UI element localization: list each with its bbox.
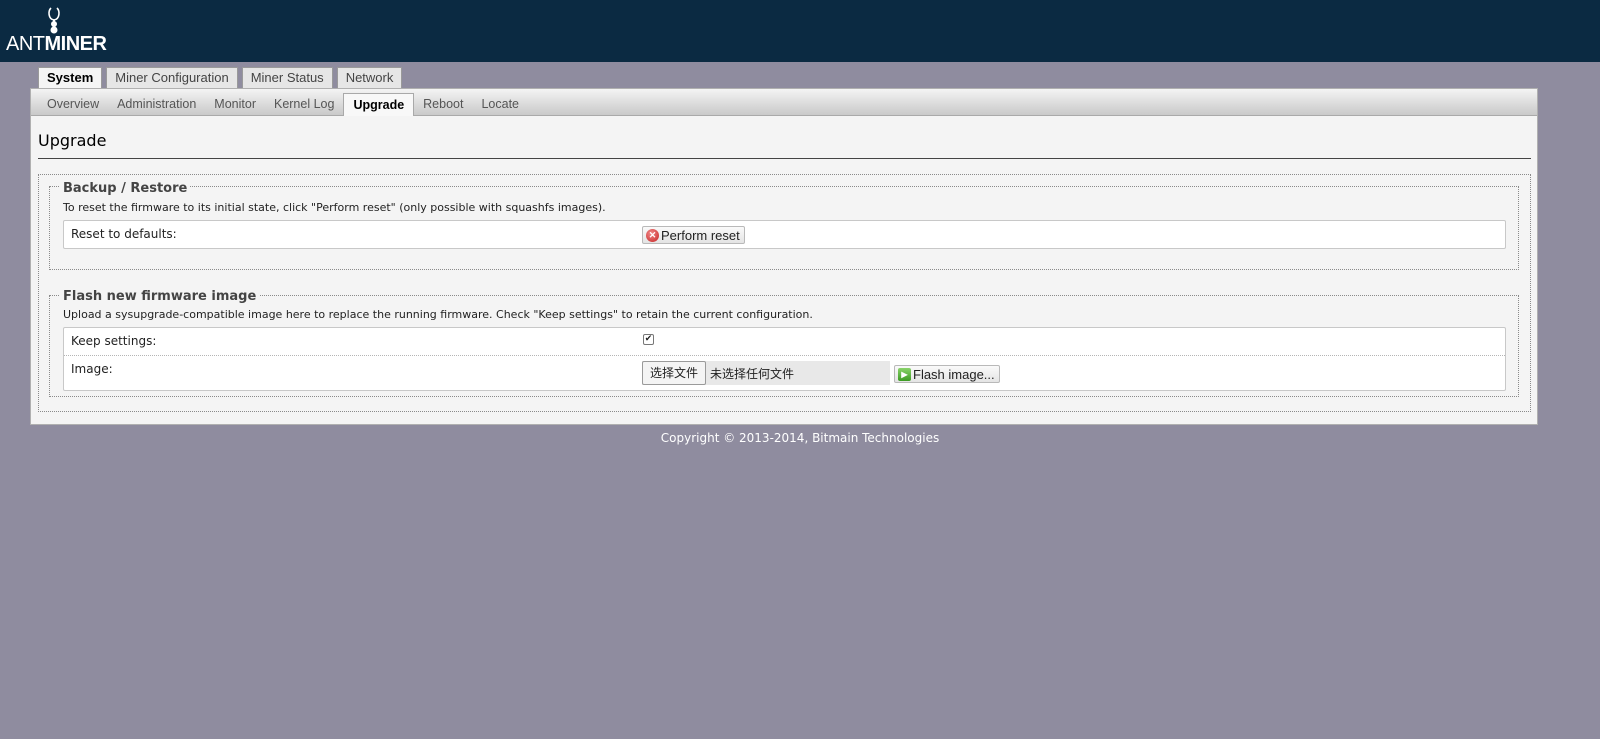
subtab-reboot[interactable]: Reboot (414, 93, 472, 115)
flash-firmware-section: Flash new firmware image Upload a sysupg… (49, 289, 1519, 397)
subtab-locate[interactable]: Locate (472, 93, 528, 115)
logo-text: ANTMINER (6, 33, 107, 56)
perform-reset-label: Perform reset (661, 227, 740, 243)
flash-firmware-description: Upload a sysupgrade-compatible image her… (63, 308, 813, 321)
page-title: Upgrade (38, 131, 107, 150)
flash-icon: ▶ (898, 367, 911, 381)
content-panel: Overview Administration Monitor Kernel L… (30, 88, 1538, 425)
keep-settings-checkbox[interactable]: ✔ (643, 334, 654, 345)
logo-text-light: ANT (6, 33, 45, 55)
backup-restore-legend: Backup / Restore (60, 181, 191, 196)
title-divider (38, 158, 1531, 159)
image-file-input[interactable]: 选择文件 未选择任何文件 (642, 361, 890, 385)
reset-icon: ✕ (646, 228, 659, 242)
flash-image-label: Flash image... (913, 366, 995, 382)
perform-reset-button[interactable]: ✕ Perform reset (642, 226, 745, 244)
main-tabs: System Miner Configuration Miner Status … (38, 67, 403, 90)
top-header: ANTMINER (0, 0, 1600, 62)
tab-network[interactable]: Network (336, 67, 403, 89)
flash-options-box: Keep settings: ✔ Image: 选择文件 未选择任何文件 ▶ F… (63, 327, 1506, 391)
keep-settings-label: Keep settings: (71, 334, 157, 348)
subtab-administration[interactable]: Administration (108, 93, 205, 115)
subtab-monitor[interactable]: Monitor (205, 93, 265, 115)
upgrade-map-box: Backup / Restore To reset the firmware t… (38, 174, 1531, 412)
flash-firmware-legend: Flash new firmware image (60, 289, 260, 304)
footer-copyright: Copyright © 2013-2014, Bitmain Technolog… (660, 431, 940, 445)
tab-miner-status[interactable]: Miner Status (241, 67, 333, 89)
tab-miner-configuration[interactable]: Miner Configuration (106, 67, 238, 89)
image-label: Image: (71, 362, 113, 376)
backup-restore-section: Backup / Restore To reset the firmware t… (49, 181, 1519, 270)
logo-text-bold: MINER (44, 33, 107, 55)
choose-file-button[interactable]: 选择文件 (642, 361, 707, 385)
subtab-kernel-log[interactable]: Kernel Log (265, 93, 343, 115)
ant-icon (48, 7, 60, 34)
subtab-bar: Overview Administration Monitor Kernel L… (31, 89, 1537, 116)
tab-system[interactable]: System (38, 67, 103, 90)
reset-row: Reset to defaults: ✕ Perform reset (63, 220, 1506, 249)
antminer-logo[interactable]: ANTMINER (6, 6, 107, 55)
file-status-text: 未选择任何文件 (710, 366, 795, 381)
flash-image-button[interactable]: ▶ Flash image... (894, 365, 1000, 383)
subtab-upgrade[interactable]: Upgrade (343, 93, 415, 116)
subtab-overview[interactable]: Overview (38, 93, 108, 115)
reset-label: Reset to defaults: (71, 227, 177, 241)
backup-restore-description: To reset the firmware to its initial sta… (63, 201, 606, 214)
row-divider (64, 355, 1505, 356)
